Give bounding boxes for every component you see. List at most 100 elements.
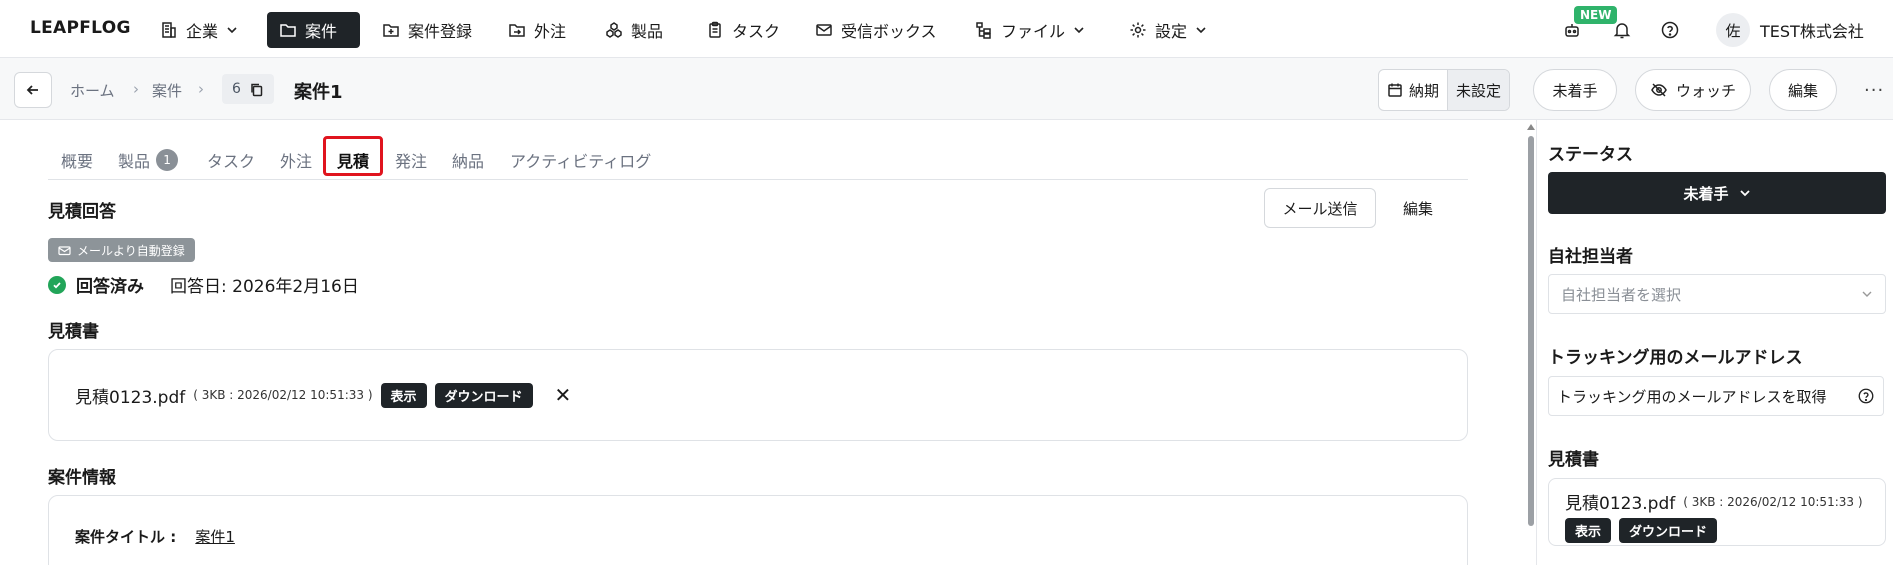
tab-outsourcing[interactable]: 外注 <box>280 148 312 172</box>
help-circle-icon <box>1661 21 1679 39</box>
auto-registered-badge: メールより自動登録 <box>48 238 195 262</box>
tab-products[interactable]: 製品 1 <box>118 148 179 172</box>
tracking-button-label: トラッキング用のメールアドレスを取得 <box>1557 387 1827 406</box>
nav-item-settings[interactable]: 設定 <box>1117 12 1219 48</box>
quote-document-card: 見積0123.pdf ( 3KB : 2026/02/12 10:51:33 )… <box>48 349 1468 441</box>
file-meta: ( 3KB : 2026/02/12 10:51:33 ) <box>193 388 373 402</box>
due-date-field[interactable]: 納期 未設定 <box>1378 69 1511 111</box>
edit-case-button[interactable]: 編集 <box>1769 69 1837 111</box>
nav-item-label: 企業 <box>186 22 219 41</box>
watch-button-label: ウォッチ <box>1675 81 1736 100</box>
send-mail-button[interactable]: メール送信 <box>1264 188 1376 228</box>
tab-label: 外注 <box>280 152 313 171</box>
breadcrumb-cases[interactable]: 案件 <box>152 80 182 101</box>
main-scrollbar[interactable] <box>1525 120 1537 565</box>
right-quote-doc-card: 見積0123.pdf ( 3KB : 2026/02/12 10:51:33 )… <box>1548 478 1886 546</box>
nav-item-cases[interactable]: 案件 <box>267 12 360 48</box>
company-name: TEST株式会社 <box>1760 22 1864 41</box>
back-button[interactable] <box>14 72 52 108</box>
chevron-down-icon <box>1739 190 1750 197</box>
case-info-card: 案件タイトル : 案件1 <box>48 495 1468 565</box>
nav-item-tasks[interactable]: タスク <box>694 12 792 48</box>
scroll-up-icon[interactable] <box>1527 124 1535 130</box>
edit-quote-answer-button[interactable]: 編集 <box>1403 198 1433 219</box>
tab-overview[interactable]: 概要 <box>61 148 93 172</box>
case-id-chip[interactable]: 6 <box>222 74 274 104</box>
tab-label: 発注 <box>395 152 428 171</box>
tracking-panel-title: トラッキング用のメールアドレス <box>1548 348 1803 368</box>
nav-item-inbox[interactable]: 受信ボックス <box>803 12 949 48</box>
help-circle-icon[interactable] <box>1857 387 1875 405</box>
nav-item-label: 製品 <box>631 22 664 41</box>
watch-button[interactable]: ウォッチ <box>1635 69 1751 111</box>
tab-label: 製品 <box>118 152 151 171</box>
case-title: 案件1 <box>294 82 343 103</box>
tab-label: 納品 <box>452 152 485 171</box>
avatar: 佐 <box>1716 13 1750 47</box>
tab-delivery[interactable]: 納品 <box>452 148 484 172</box>
selected-tab-highlight <box>323 136 383 176</box>
auto-registered-label: メールより自動登録 <box>77 243 185 258</box>
robot-icon <box>1565 24 1579 37</box>
nav-item-case-register[interactable]: 案件登録 <box>370 12 484 48</box>
case-title-label: 案件タイトル : <box>75 528 177 546</box>
add-box-icon <box>383 24 399 37</box>
calendar-icon <box>1388 83 1402 97</box>
nav-item-companies[interactable]: 企業 <box>148 12 250 48</box>
nav-item-files[interactable]: ファイル <box>963 12 1097 48</box>
download-file-button[interactable]: ダウンロード <box>1619 518 1718 543</box>
file-name[interactable]: 見積0123.pdf <box>1565 489 1675 514</box>
tab-orders[interactable]: 発注 <box>395 148 427 172</box>
view-file-button[interactable]: 表示 <box>380 382 427 408</box>
tab-label: タスク <box>207 152 256 171</box>
chevron-down-icon <box>1196 27 1206 34</box>
top-navigation: LEAPFLOG 企業 案件 案件登録 外注 製品 タスク 受信ボックス ファイ… <box>0 0 1893 58</box>
edit-button-label: 編集 <box>1787 81 1818 100</box>
status-button-label: 未着手 <box>1552 81 1598 100</box>
chevron-down-icon <box>227 27 237 34</box>
nav-item-label: 案件登録 <box>408 22 473 41</box>
right-quote-doc-title: 見積書 <box>1548 450 1599 470</box>
breadcrumb-separator-icon: › <box>198 80 204 98</box>
nav-item-outsourcing[interactable]: 外注 <box>496 12 578 48</box>
nav-item-products[interactable]: 製品 <box>593 12 675 48</box>
breadcrumb-separator-icon: › <box>133 80 139 98</box>
due-label: 納期 <box>1409 81 1440 100</box>
tab-activity-log[interactable]: アクティビティログ <box>510 148 651 172</box>
chevron-down-icon <box>1862 291 1872 297</box>
case-title-value[interactable]: 案件1 <box>195 528 235 546</box>
nav-item-label: タスク <box>732 22 781 41</box>
gear-icon <box>1130 22 1146 38</box>
status-panel-title: ステータス <box>1548 145 1633 165</box>
view-file-button[interactable]: 表示 <box>1565 518 1612 543</box>
case-info-title: 案件情報 <box>48 468 116 488</box>
tab-label: 概要 <box>61 152 94 171</box>
status-select[interactable]: 未着手 <box>1548 172 1886 214</box>
due-value: 未設定 <box>1447 70 1510 110</box>
cubes-icon <box>606 22 622 38</box>
scrollbar-thumb[interactable] <box>1528 136 1534 526</box>
status-button[interactable]: 未着手 <box>1533 69 1617 111</box>
mail-icon <box>58 245 71 255</box>
arrow-left-icon <box>26 85 38 95</box>
nav-item-label: 設定 <box>1155 22 1188 41</box>
get-tracking-email-button[interactable]: トラッキング用のメールアドレスを取得 <box>1548 376 1884 416</box>
help-button[interactable] <box>1660 12 1680 48</box>
nav-item-label: 案件 <box>305 22 338 41</box>
file-name[interactable]: 見積0123.pdf <box>75 383 185 408</box>
send-mail-label: メール送信 <box>1282 199 1358 218</box>
tab-tasks[interactable]: タスク <box>207 148 255 172</box>
quote-file-row: 見積0123.pdf ( 3KB : 2026/02/12 10:51:33 )… <box>75 382 572 408</box>
download-file-button[interactable]: ダウンロード <box>434 382 533 408</box>
quote-document-title: 見積書 <box>48 322 99 342</box>
brand-logo[interactable]: LEAPFLOG <box>30 18 131 38</box>
notifications-button[interactable] <box>1612 12 1632 48</box>
robot-button[interactable] <box>1562 12 1582 48</box>
case-id: 6 <box>232 81 241 97</box>
more-options-icon[interactable]: ··· <box>1864 80 1884 101</box>
case-tabs: 概要 製品 1 タスク 外注 見積 発注 納品 アクティビティログ <box>48 138 1468 180</box>
breadcrumb-home[interactable]: ホーム <box>70 80 115 101</box>
owner-select[interactable]: 自社担当者を選択 <box>1548 274 1886 314</box>
remove-file-icon[interactable]: ✕ <box>555 383 572 407</box>
account-menu[interactable]: 佐 TEST株式会社 <box>1716 12 1864 48</box>
